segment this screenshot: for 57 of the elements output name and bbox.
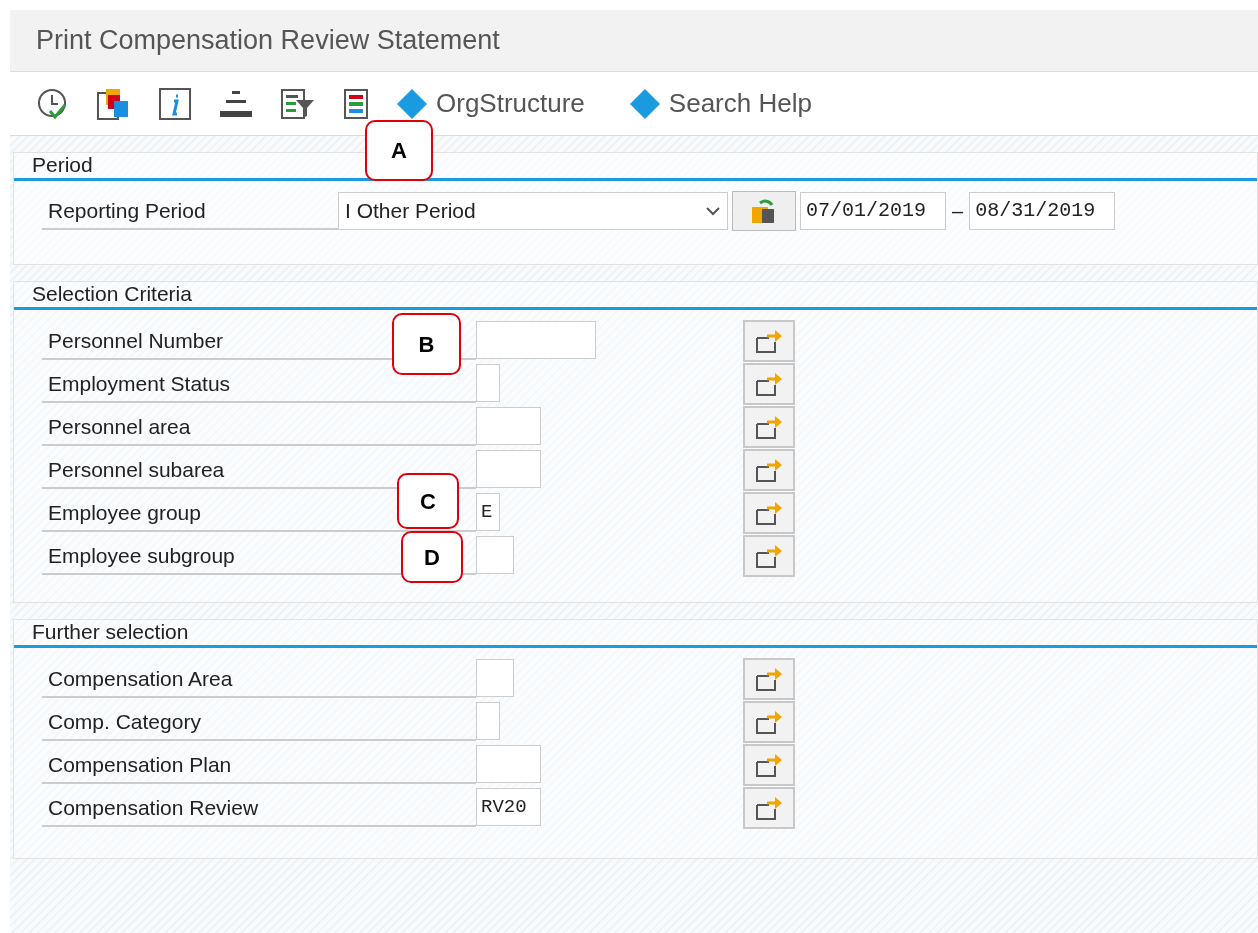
multiple-selection-icon (755, 500, 783, 526)
multiple-selection-button[interactable] (743, 744, 795, 786)
input-field[interactable]: RV20 (476, 788, 541, 826)
input-field[interactable] (476, 702, 500, 740)
diamond-icon (628, 87, 661, 120)
input-field[interactable] (476, 364, 500, 402)
input-field[interactable] (476, 745, 541, 783)
multiple-selection-icon (755, 371, 783, 397)
callout-label: D (401, 531, 463, 583)
info-icon[interactable] (158, 86, 192, 121)
period-button[interactable] (732, 191, 796, 231)
multiple-selection-icon (755, 752, 783, 778)
field-label: Comp. Category (42, 703, 476, 741)
callout-label: B (392, 313, 461, 375)
input-field[interactable] (476, 450, 541, 488)
diamond-icon (396, 87, 428, 120)
multiple-selection-button[interactable] (743, 320, 795, 362)
period-dropdown[interactable]: I Other Period (338, 192, 728, 230)
callout-label: A (365, 120, 433, 181)
input-field[interactable] (476, 536, 514, 574)
multiple-selection-button[interactable] (743, 363, 795, 405)
input-field[interactable] (476, 659, 514, 697)
multiple-selection-button[interactable] (743, 535, 795, 577)
field-label: Compensation Area (42, 660, 476, 698)
multiple-selection-button[interactable] (743, 492, 795, 534)
callout-label: C (397, 473, 459, 529)
chevron-down-icon (705, 206, 721, 216)
multiple-selection-button[interactable] (743, 658, 795, 700)
multiple-selection-button[interactable] (743, 701, 795, 743)
input-field[interactable]: E (476, 493, 500, 531)
layout-icon[interactable] (342, 87, 370, 120)
multiple-selection-icon (755, 795, 783, 821)
multiple-selection-icon (755, 666, 783, 692)
multiple-selection-icon (755, 457, 783, 483)
date-field[interactable]: 08/31/2019 (969, 192, 1116, 230)
date-field[interactable]: 07/01/2019 (800, 192, 946, 230)
filter-list-icon[interactable] (280, 87, 316, 120)
range-separator: – (951, 199, 965, 224)
multiple-selection-icon (755, 543, 783, 569)
multiple-selection-button[interactable] (743, 449, 795, 491)
field-label: Compensation Review (42, 789, 476, 827)
align-icon[interactable] (218, 88, 254, 119)
field-label: Personnel area (42, 408, 476, 446)
multiple-selection-icon (755, 709, 783, 735)
section-title: Further selection (32, 619, 189, 645)
multiple-selection-button[interactable] (743, 406, 795, 448)
section-title: Period (32, 152, 93, 178)
multiple-selection-icon (755, 328, 783, 354)
multiple-selection-button[interactable] (743, 787, 795, 829)
toolbar-button[interactable]: Search Help (628, 84, 812, 123)
window-title: Print Compensation Review Statement (36, 24, 500, 58)
field-label: Compensation Plan (42, 746, 476, 784)
multiple-selection-icon (755, 414, 783, 440)
input-field[interactable] (476, 321, 596, 359)
input-field[interactable] (476, 407, 541, 445)
section-title: Selection Criteria (32, 281, 192, 307)
toolbar-button[interactable]: OrgStructure (396, 84, 585, 123)
